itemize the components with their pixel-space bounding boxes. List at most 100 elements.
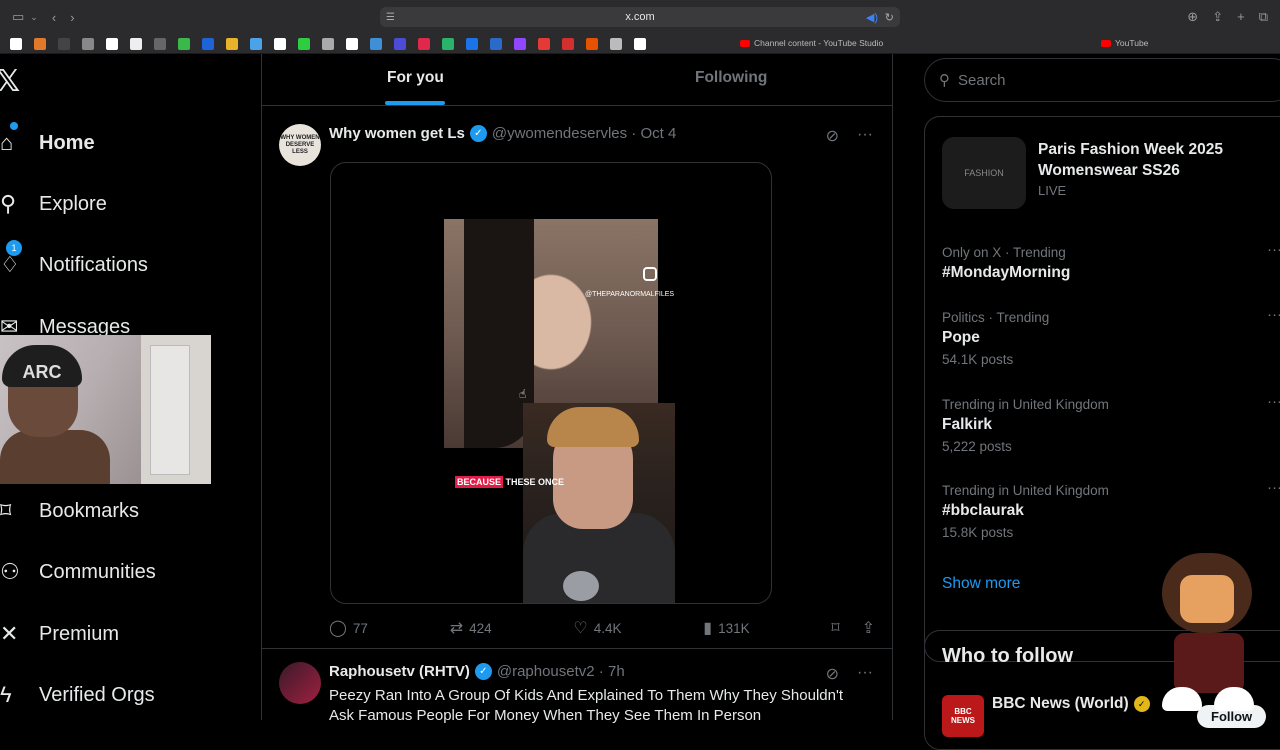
bookmark-favicon[interactable] <box>322 37 334 50</box>
mascot-face <box>1180 575 1234 623</box>
bookmark-favicon[interactable] <box>10 37 22 50</box>
author-handle[interactable]: @ywomendeservles <box>492 125 627 142</box>
sidebar-toggle-icon[interactable]: ▭ <box>12 9 24 25</box>
bookmark-favicon[interactable] <box>562 37 574 50</box>
x-logo-icon[interactable]: 𝕏 <box>0 64 20 99</box>
author-name[interactable]: Why women get Ls <box>329 125 465 142</box>
new-tab-icon[interactable]: + <box>1237 9 1245 25</box>
account-name[interactable]: BBC News (World) ✓ <box>992 695 1150 713</box>
nav-item-notifications[interactable]: ♢ 1 Notifications <box>0 240 148 278</box>
chevron-down-icon[interactable]: ⌄ <box>30 12 38 23</box>
bookmark-favicon[interactable] <box>298 37 310 50</box>
bookmark-icon[interactable]: ⌑ <box>831 618 839 638</box>
grok-icon[interactable]: ⊘ <box>826 126 839 146</box>
tweet-time[interactable]: Oct 4 <box>640 125 676 142</box>
address-bar[interactable]: ☰ x.com ◀) ↻ <box>380 7 900 27</box>
bookmark-favicon[interactable] <box>274 37 286 50</box>
search-input[interactable]: ⚲ Search <box>924 58 1280 102</box>
featured-trend-title[interactable]: Paris Fashion Week 2025 Womenswear SS26 <box>1038 139 1268 181</box>
tweet[interactable]: WHY WOMEN DESERVE LESS Why women get Ls … <box>262 114 893 649</box>
author-name[interactable]: Raphousetv (RHTV) <box>329 663 470 680</box>
nav-item-home[interactable]: ⌂ Home <box>0 122 95 156</box>
bookmark-favicon[interactable] <box>610 37 622 50</box>
show-more-link[interactable]: Show more <box>942 575 1020 593</box>
nav-item-bookmarks[interactable]: ⌑ Bookmarks <box>0 498 139 524</box>
trend-item[interactable]: Politics · Trending Pope 54.1K posts ··· <box>942 306 1280 367</box>
nav-item-verified-orgs[interactable]: ϟ Verified Orgs <box>0 682 155 708</box>
more-icon[interactable]: ··· <box>1267 306 1280 323</box>
avatar[interactable] <box>279 662 321 704</box>
tab-following[interactable]: Following <box>695 69 767 87</box>
nav-item-premium[interactable]: ✕ Premium <box>0 621 119 647</box>
gold-verified-badge-icon: ✓ <box>1133 696 1150 712</box>
page-settings-icon[interactable]: ☰ <box>386 12 395 23</box>
more-icon[interactable]: ··· <box>1267 393 1280 410</box>
tweet-actions: ◯ 77 ⇄ 424 ♡ 4.4K ▮ 131K ⌑ ⇪ <box>329 618 875 638</box>
repost-button[interactable]: ⇄ 424 <box>450 618 492 638</box>
nav-item-communities[interactable]: ⚇ Communities <box>0 559 156 585</box>
back-icon[interactable]: ‹ <box>52 10 56 25</box>
trend-count: 54.1K posts <box>942 352 1014 367</box>
bookmark-favicon[interactable] <box>58 37 70 50</box>
more-icon[interactable]: ··· <box>1267 241 1280 258</box>
audio-playing-icon[interactable]: ◀) <box>866 11 878 24</box>
like-button[interactable]: ♡ 4.4K <box>573 618 621 638</box>
trend-item[interactable]: Trending in United Kingdom Falkirk 5,222… <box>942 393 1280 454</box>
bookmark-favicon[interactable] <box>346 37 358 50</box>
author-handle[interactable]: @raphousetv2 <box>497 663 595 680</box>
webcam-background <box>150 345 190 475</box>
bookmark-favicon[interactable] <box>226 37 238 50</box>
home-icon: ⌂ <box>0 122 20 156</box>
repost-count: 424 <box>469 620 492 636</box>
bookmark-favicon[interactable] <box>466 37 478 50</box>
tab-youtube[interactable]: YouTube <box>1101 38 1148 48</box>
bookmark-favicon[interactable] <box>490 37 502 50</box>
more-icon[interactable]: ··· <box>857 664 873 684</box>
x-logo-icon: ✕ <box>0 621 19 646</box>
bookmark-favicon[interactable] <box>250 37 262 50</box>
tweet[interactable]: Raphousetv (RHTV) ✓ @raphousetv2 · 7h ⊘ … <box>262 652 893 732</box>
bookmark-favicon[interactable] <box>418 37 430 50</box>
bookmark-favicon[interactable] <box>634 37 646 50</box>
share-icon[interactable]: ⇪ <box>862 618 875 638</box>
youtube-icon <box>1101 39 1111 47</box>
tweet-video[interactable]: @THEPARANORMALFILES BECAUSE THESE ONCE ☝ <box>330 162 772 604</box>
verified-badge-icon: ✓ <box>469 125 487 142</box>
bookmark-favicon[interactable] <box>154 37 166 50</box>
bookmark-favicon[interactable] <box>394 37 406 50</box>
bookmark-favicon[interactable] <box>34 37 46 50</box>
nav-label: Explore <box>39 192 107 215</box>
download-icon[interactable]: ⊕ <box>1187 9 1198 25</box>
more-icon[interactable]: ··· <box>857 126 873 146</box>
bookmark-favicon[interactable] <box>586 37 598 50</box>
reply-button[interactable]: ◯ 77 <box>329 618 368 638</box>
bookmark-favicon[interactable] <box>442 37 454 50</box>
pointer-cursor-icon: ☝ <box>519 387 527 401</box>
bookmark-favicon[interactable] <box>82 37 94 50</box>
tab-for-you[interactable]: For you <box>387 69 444 87</box>
trend-item[interactable]: Only on X · Trending #MondayMorning ··· <box>942 241 1280 282</box>
bookmark-favicon[interactable] <box>202 37 214 50</box>
bookmark-favicon[interactable] <box>178 37 190 50</box>
bookmark-favicon[interactable] <box>514 37 526 50</box>
tab-overview-icon[interactable]: ⧉ <box>1259 9 1268 25</box>
reload-icon[interactable]: ↻ <box>885 11 894 24</box>
share-icon[interactable]: ⇪ <box>1212 9 1223 25</box>
forward-icon[interactable]: › <box>70 10 74 25</box>
grok-icon[interactable]: ⊘ <box>826 664 839 684</box>
bookmark-favicon[interactable] <box>370 37 382 50</box>
bookmark-favicon[interactable] <box>538 37 550 50</box>
nav-item-explore[interactable]: ⚲ Explore <box>0 191 107 217</box>
reply-count: 77 <box>352 620 368 636</box>
avatar[interactable]: WHY WOMEN DESERVE LESS <box>279 124 321 166</box>
views-button[interactable]: ▮ 131K <box>703 618 749 638</box>
trend-item[interactable]: Trending in United Kingdom #bbclaurak 15… <box>942 479 1280 540</box>
avatar[interactable]: BBC NEWS <box>942 695 984 737</box>
trend-context: Only on X · Trending <box>942 245 1066 260</box>
bookmark-favicon[interactable] <box>106 37 118 50</box>
tweet-time[interactable]: 7h <box>608 663 625 680</box>
more-icon[interactable]: ··· <box>1267 479 1280 496</box>
tab-youtube-studio[interactable]: Channel content - YouTube Studio <box>740 38 883 48</box>
featured-thumbnail[interactable]: FASHION <box>942 137 1026 209</box>
bookmark-favicon[interactable] <box>130 37 142 50</box>
